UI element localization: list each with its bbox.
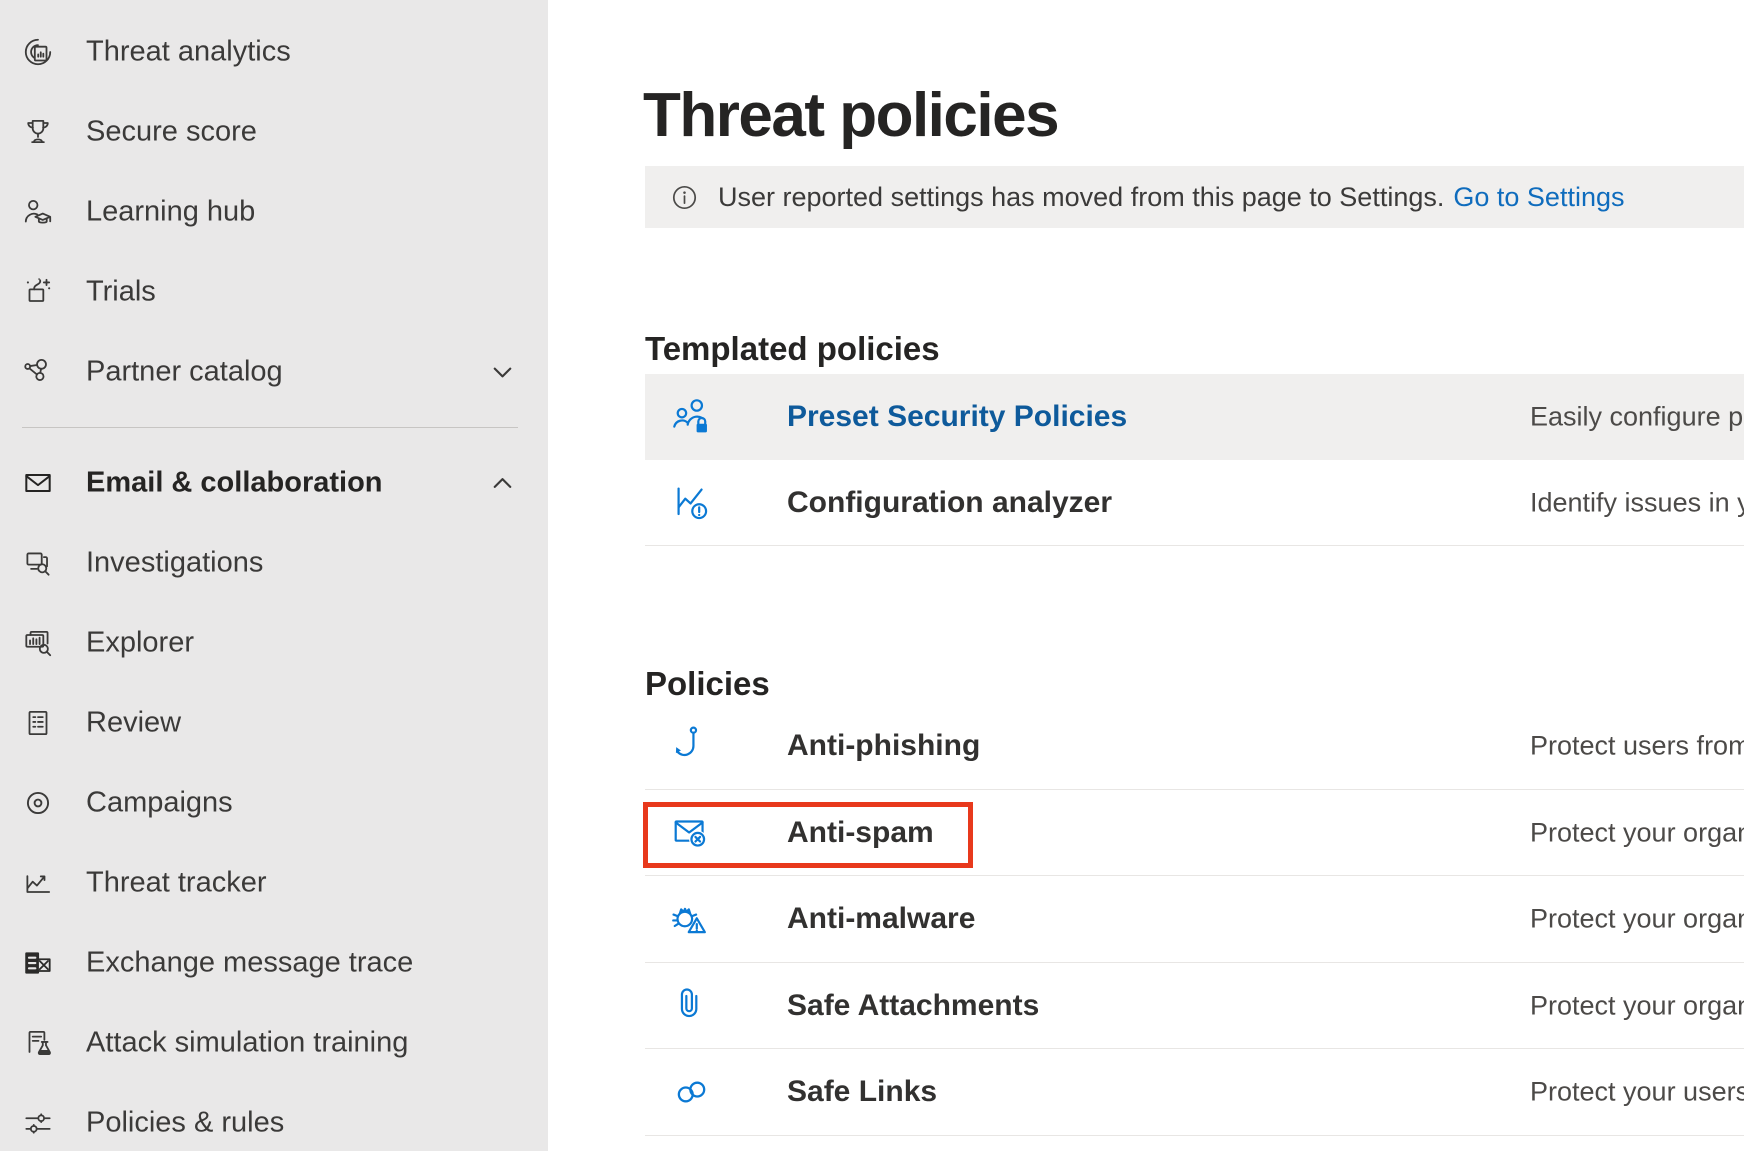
review-icon xyxy=(21,706,55,740)
sidebar-item[interactable]: Threat tracker xyxy=(0,843,548,923)
policy-row-label: Configuration analyzer xyxy=(787,486,1112,520)
configuration-analyzer-icon xyxy=(669,480,715,526)
sidebar-item[interactable]: Partner catalog xyxy=(0,332,548,412)
policy-row[interactable]: Anti-malware Protect your organiz xyxy=(645,876,1744,963)
policies-list: Anti-phishing Protect users from p Anti-… xyxy=(645,703,1744,1136)
sidebar-item-label: Policies & rules xyxy=(86,1107,284,1140)
policy-row-label: Anti-spam xyxy=(787,816,934,850)
anti-spam-icon xyxy=(669,810,715,856)
policy-row-description: Protect your organiz xyxy=(1530,990,1744,1021)
sidebar-nav: Threat analytics Secure score Learning h… xyxy=(0,0,548,1151)
learning-hub-icon xyxy=(21,195,55,229)
sidebar-item-label: Campaigns xyxy=(86,787,233,820)
sidebar-item-label: Exchange message trace xyxy=(86,947,413,980)
policies-rules-icon xyxy=(21,1106,55,1140)
main-content: Threat policies User reported settings h… xyxy=(548,0,1744,1151)
templated-policies-list: Preset Security Policies Easily configur… xyxy=(645,374,1744,546)
attack-simulation-training-icon xyxy=(21,1026,55,1060)
sidebar-item-label: Secure score xyxy=(86,116,257,149)
policy-row-description: Protect users from p xyxy=(1530,731,1744,762)
policy-row-description: Protect your organiz xyxy=(1530,817,1744,848)
sidebar-item[interactable]: Attack simulation training xyxy=(0,1003,548,1083)
policy-row-description: Protect your organiz xyxy=(1530,904,1744,935)
policy-row-label: Anti-malware xyxy=(787,902,975,936)
sidebar-item[interactable]: Review xyxy=(0,683,548,763)
policy-row-label: Anti-phishing xyxy=(787,729,980,763)
policy-row-description: Easily configure prot xyxy=(1530,402,1744,433)
policy-row-label: Safe Attachments xyxy=(787,989,1039,1023)
sidebar-item-label: Threat analytics xyxy=(86,36,291,69)
sidebar-item-label: Investigations xyxy=(86,547,263,580)
investigations-icon xyxy=(21,546,55,580)
threat-tracker-icon xyxy=(21,866,55,900)
sidebar-item[interactable]: Exchange message trace xyxy=(0,923,548,1003)
policy-row-description: Protect your users fr xyxy=(1530,1077,1744,1108)
policy-row[interactable]: Anti-spam Protect your organiz xyxy=(645,790,1744,877)
explorer-icon xyxy=(21,626,55,660)
email-collaboration-icon xyxy=(21,466,55,500)
policy-row[interactable]: Configuration analyzer Identify issues i… xyxy=(645,460,1744,546)
go-to-settings-link[interactable]: Go to Settings xyxy=(1453,182,1624,213)
sidebar-item[interactable]: Learning hub xyxy=(0,172,548,252)
anti-phishing-icon xyxy=(669,723,715,769)
policy-row[interactable]: Safe Links Protect your users fr xyxy=(645,1049,1744,1136)
divider-line xyxy=(22,427,518,428)
templated-policies-heading: Templated policies xyxy=(645,330,940,368)
sidebar-item[interactable]: Threat analytics xyxy=(0,12,548,92)
secure-score-icon xyxy=(21,115,55,149)
chevron-up-icon[interactable] xyxy=(487,468,518,499)
info-banner: User reported settings has moved from th… xyxy=(645,166,1744,228)
exchange-message-trace-icon xyxy=(21,946,55,980)
info-icon xyxy=(670,183,699,212)
policy-row-description: Identify issues in you xyxy=(1530,488,1744,519)
anti-malware-icon xyxy=(669,896,715,942)
policy-row[interactable]: Anti-phishing Protect users from p xyxy=(645,703,1744,790)
safe-attachments-icon xyxy=(669,983,715,1029)
sidebar-item[interactable]: Explorer xyxy=(0,603,548,683)
page-title: Threat policies xyxy=(643,80,1058,151)
policy-row-label: Preset Security Policies xyxy=(787,400,1127,434)
policies-heading: Policies xyxy=(645,665,770,703)
sidebar-item-label: Attack simulation training xyxy=(86,1027,408,1060)
sidebar-item[interactable]: Email & collaboration xyxy=(0,443,548,523)
chevron-down-icon[interactable] xyxy=(487,357,518,388)
preset-security-policies-icon xyxy=(669,394,715,440)
sidebar-item[interactable]: Trials xyxy=(0,252,548,332)
policy-row-label: Safe Links xyxy=(787,1075,937,1109)
trials-icon xyxy=(21,275,55,309)
sidebar-divider xyxy=(0,412,548,443)
sidebar-item[interactable]: Investigations xyxy=(0,523,548,603)
sidebar-item-label: Trials xyxy=(86,276,156,309)
sidebar-item[interactable]: Campaigns xyxy=(0,763,548,843)
sidebar-item-label: Review xyxy=(86,707,181,740)
sidebar-item-label: Explorer xyxy=(86,627,194,660)
threat-analytics-icon xyxy=(21,35,55,69)
safe-links-icon xyxy=(669,1069,715,1115)
sidebar-item[interactable]: Secure score xyxy=(0,92,548,172)
campaigns-icon xyxy=(21,786,55,820)
policy-row[interactable]: Safe Attachments Protect your organiz xyxy=(645,963,1744,1050)
partner-catalog-icon xyxy=(21,355,55,389)
sidebar-item-label: Email & collaboration xyxy=(86,467,383,500)
sidebar-item-label: Threat tracker xyxy=(86,867,267,900)
policy-row[interactable]: Preset Security Policies Easily configur… xyxy=(645,374,1744,460)
sidebar-item-label: Learning hub xyxy=(86,196,255,229)
sidebar-item-label: Partner catalog xyxy=(86,356,283,389)
banner-text: User reported settings has moved from th… xyxy=(718,182,1444,213)
sidebar-item[interactable]: Policies & rules xyxy=(0,1083,548,1163)
